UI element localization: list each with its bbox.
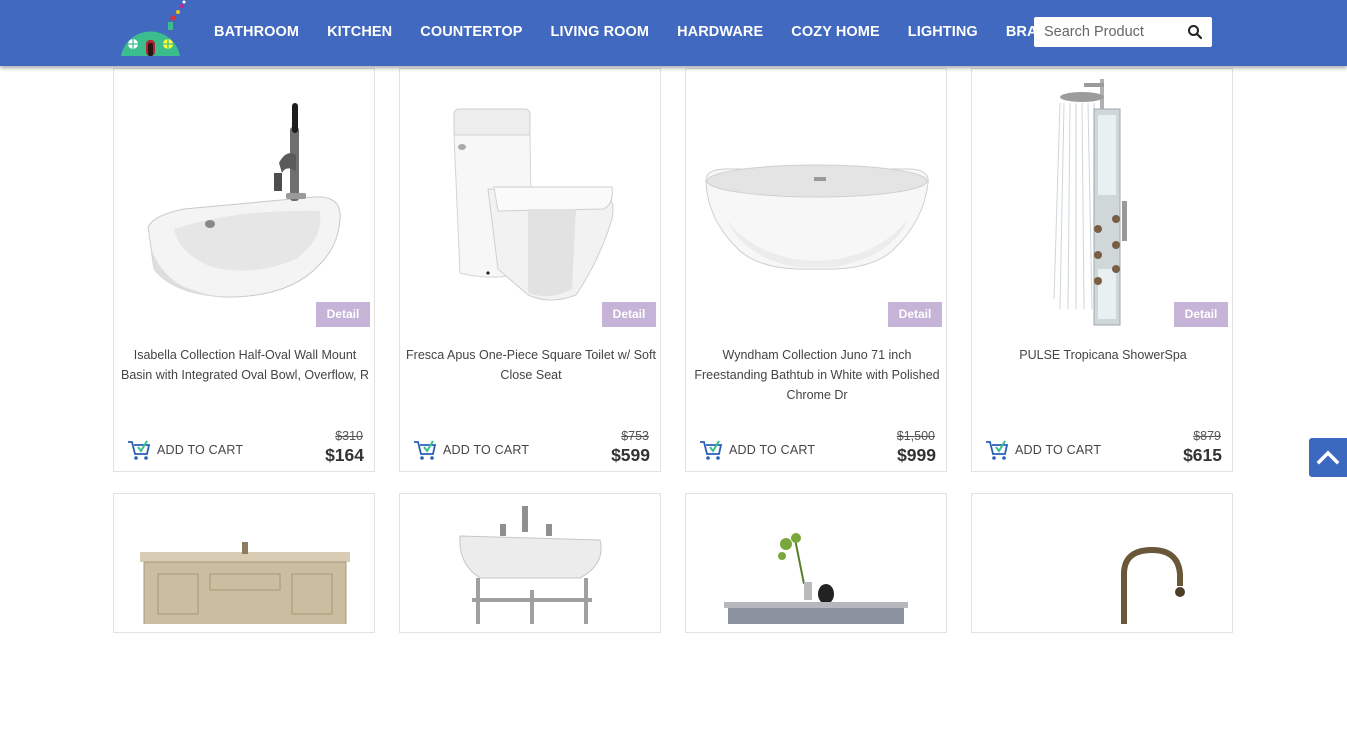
product-title[interactable]: Fresca Apus One-Piece Square Toilet w/ S…: [404, 345, 658, 385]
product-card[interactable]: [399, 493, 661, 633]
nav-hardware[interactable]: HARDWARE: [677, 24, 763, 40]
product-image-shower-panel[interactable]: [972, 69, 1232, 329]
cart-icon: [700, 440, 723, 460]
old-price: $1,500: [896, 429, 935, 443]
main-nav: BATHROOM KITCHEN COUNTERTOP LIVING ROOM …: [200, 0, 1082, 64]
product-image-faucet[interactable]: [972, 494, 1232, 754]
nav-kitchen[interactable]: KITCHEN: [327, 24, 392, 40]
add-to-cart-label: ADD TO CART: [157, 443, 244, 457]
old-price: $753: [621, 429, 649, 443]
product-card[interactable]: [113, 493, 375, 633]
add-to-cart-label: ADD TO CART: [729, 443, 816, 457]
product-image-bathtub[interactable]: [686, 69, 946, 329]
site-logo[interactable]: [118, 0, 190, 60]
product-card[interactable]: Detail Wyndham Collection Juno 71 inch F…: [685, 68, 947, 472]
product-card[interactable]: Detail Isabella Collection Half-Oval Wal…: [113, 68, 375, 472]
price: $999: [897, 445, 936, 465]
cart-icon: [414, 440, 437, 460]
detail-button[interactable]: Detail: [316, 302, 370, 327]
search-box: [1034, 17, 1212, 47]
cart-icon: [128, 440, 151, 460]
back-to-top-button[interactable]: [1309, 438, 1347, 477]
add-to-cart-button[interactable]: ADD TO CART: [699, 439, 815, 461]
nav-countertop[interactable]: COUNTERTOP: [420, 24, 522, 40]
top-navigation-bar: BATHROOM KITCHEN COUNTERTOP LIVING ROOM …: [0, 0, 1347, 66]
add-to-cart-button[interactable]: ADD TO CART: [127, 439, 243, 461]
old-price: $879: [1193, 429, 1221, 443]
detail-button[interactable]: Detail: [888, 302, 942, 327]
nav-lighting[interactable]: LIGHTING: [908, 24, 978, 40]
product-image-vanity[interactable]: [114, 494, 374, 754]
product-title[interactable]: Isabella Collection Half-Oval Wall Mount…: [118, 345, 372, 385]
old-price: $310: [335, 429, 363, 443]
nav-cozy-home[interactable]: COZY HOME: [791, 24, 879, 40]
product-card[interactable]: [685, 493, 947, 633]
add-to-cart-button[interactable]: ADD TO CART: [413, 439, 529, 461]
detail-button[interactable]: Detail: [602, 302, 656, 327]
add-to-cart-label: ADD TO CART: [1015, 443, 1102, 457]
cart-icon: [986, 440, 1009, 460]
product-image-basin[interactable]: [114, 69, 374, 329]
product-card[interactable]: Detail Fresca Apus One-Piece Square Toil…: [399, 68, 661, 472]
chevron-up-icon: [1316, 450, 1340, 465]
product-image-toilet[interactable]: [400, 69, 660, 329]
price: $615: [1183, 445, 1222, 465]
product-image-gray-vanity[interactable]: [686, 494, 946, 754]
search-input[interactable]: [1034, 18, 1182, 46]
product-title[interactable]: Wyndham Collection Juno 71 inch Freestan…: [690, 345, 944, 405]
price: $164: [325, 445, 364, 465]
product-card[interactable]: Detail PULSE Tropicana ShowerSpa ADD TO …: [971, 68, 1233, 472]
product-image-console-sink[interactable]: [400, 494, 660, 754]
search-icon[interactable]: [1187, 24, 1203, 40]
detail-button[interactable]: Detail: [1174, 302, 1228, 327]
add-to-cart-button[interactable]: ADD TO CART: [985, 439, 1101, 461]
product-title[interactable]: PULSE Tropicana ShowerSpa: [976, 345, 1230, 365]
nav-bathroom[interactable]: BATHROOM: [214, 24, 299, 40]
price: $599: [611, 445, 650, 465]
product-card[interactable]: [971, 493, 1233, 634]
nav-living-room[interactable]: LIVING ROOM: [551, 24, 650, 40]
add-to-cart-label: ADD TO CART: [443, 443, 530, 457]
